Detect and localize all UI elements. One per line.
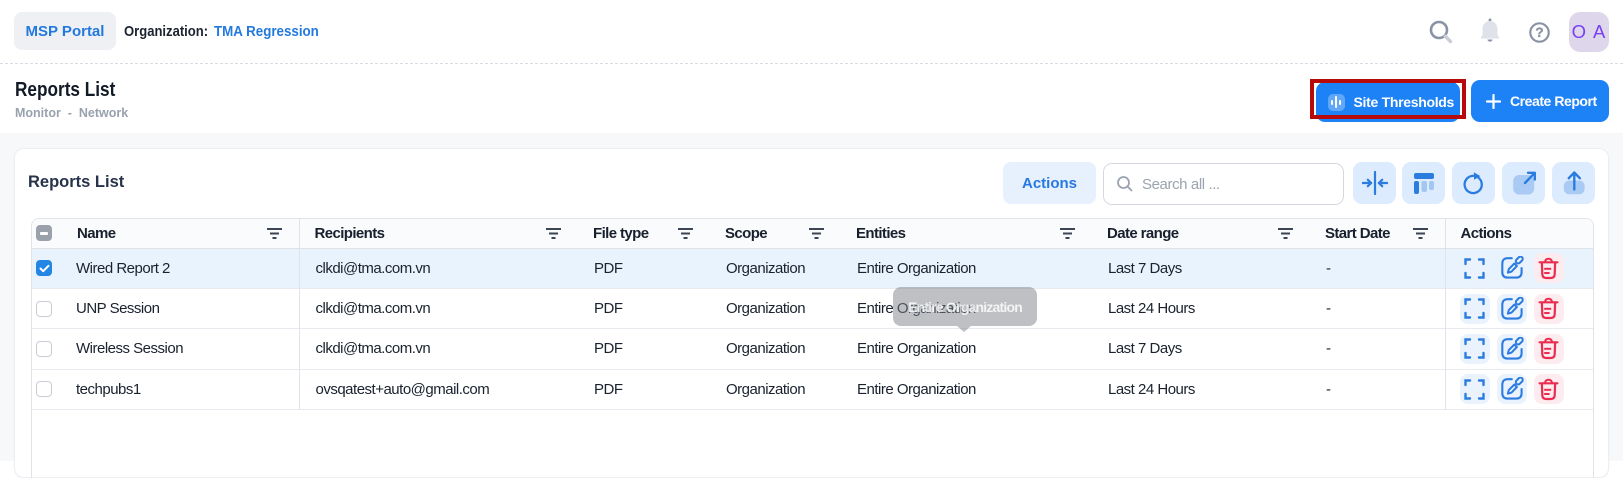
svg-text:?: ? bbox=[1535, 25, 1543, 40]
